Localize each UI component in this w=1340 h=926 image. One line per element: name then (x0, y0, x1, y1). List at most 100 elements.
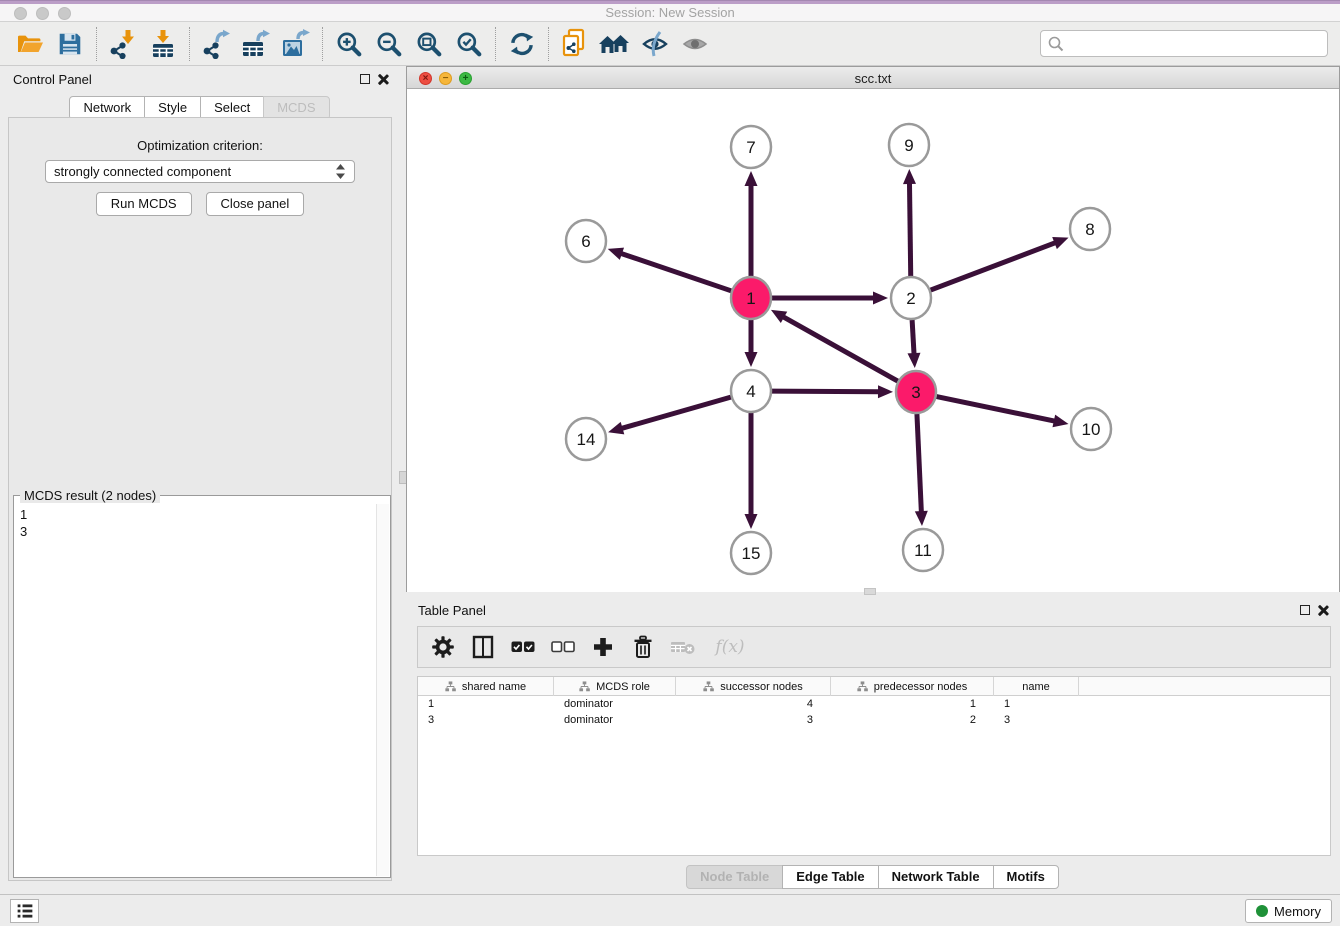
window-titlebar: Session: New Session (0, 0, 1340, 22)
network-window-titlebar[interactable]: × − + scc.txt (407, 67, 1339, 89)
table-cell[interactable]: 2 (831, 712, 994, 728)
graph-node-14[interactable]: 14 (566, 418, 606, 460)
show-column-button[interactable] (468, 631, 498, 663)
zoom-out-button[interactable] (369, 26, 409, 62)
table-cell[interactable]: 1 (831, 696, 994, 712)
column-header-shared-name[interactable]: shared name (418, 677, 554, 696)
graph-edge-4-14[interactable] (621, 397, 731, 429)
table-cell[interactable]: 4 (676, 696, 831, 712)
float-table-panel-icon[interactable] (1300, 605, 1310, 615)
table-body: 1dominator4113dominator323 (418, 696, 1330, 728)
graph-node-7[interactable]: 7 (731, 126, 771, 168)
hide-graphics-details-button[interactable] (635, 26, 675, 62)
import-table-button[interactable] (143, 26, 183, 62)
column-type-icon (579, 681, 590, 692)
graph-node-11[interactable]: 11 (903, 529, 943, 571)
table-panel-tabs: Node TableEdge TableNetwork TableMotifs (406, 865, 1340, 889)
run-mcds-button[interactable]: Run MCDS (96, 192, 192, 216)
graph-node-1[interactable]: 1 (731, 277, 771, 319)
graph-node-15[interactable]: 15 (731, 532, 771, 574)
table-cell[interactable]: 3 (994, 712, 1079, 728)
column-header-name[interactable]: name (994, 677, 1079, 696)
float-panel-icon[interactable] (360, 74, 370, 84)
export-image-button[interactable] (276, 26, 316, 62)
graph-edge-3-11[interactable] (917, 414, 921, 513)
column-header-label: MCDS role (596, 681, 650, 693)
graph-edge-3-1[interactable] (782, 316, 897, 381)
tab-node-table[interactable]: Node Table (686, 865, 783, 889)
zoom-in-button[interactable] (329, 26, 369, 62)
delete-table-button-disabled (668, 631, 698, 663)
svg-text:8: 8 (1085, 220, 1094, 239)
import-network-button[interactable] (103, 26, 143, 62)
column-header-MCDS-role[interactable]: MCDS role (554, 677, 676, 696)
add-column-button[interactable] (588, 631, 618, 663)
network-canvas[interactable]: 7 9 6 8 1 2 4 3 14 10 15 11 (407, 89, 1339, 592)
graph-edge-2-3[interactable] (912, 320, 914, 355)
table-cell[interactable]: 1 (994, 696, 1079, 712)
tab-edge-table[interactable]: Edge Table (782, 865, 878, 889)
graph-node-3[interactable]: 3 (896, 371, 936, 413)
memory-button[interactable]: Memory (1245, 899, 1332, 923)
table-cell[interactable]: dominator (554, 696, 676, 712)
show-graphics-details-button[interactable] (675, 26, 715, 62)
table-cell[interactable]: 1 (418, 696, 554, 712)
close-panel-button[interactable]: Close panel (206, 192, 305, 216)
search-icon (1047, 35, 1065, 53)
graph-node-8[interactable]: 8 (1070, 208, 1110, 250)
zoom-selected-button[interactable] (449, 26, 489, 62)
export-network-button[interactable] (196, 26, 236, 62)
horizontal-splitter-handle[interactable] (864, 588, 876, 595)
zoom-fit-button[interactable] (409, 26, 449, 62)
column-header-successor-nodes[interactable]: successor nodes (676, 677, 831, 696)
edge-arrowhead (903, 169, 916, 184)
save-icon (57, 31, 83, 57)
graph-node-9[interactable]: 9 (889, 124, 929, 166)
table-cell[interactable]: 3 (418, 712, 554, 728)
edge-arrowhead (608, 248, 624, 260)
export-table-button[interactable] (236, 26, 276, 62)
select-all-button[interactable] (508, 631, 538, 663)
svg-text:9: 9 (904, 136, 913, 155)
column-header-label: predecessor nodes (874, 681, 968, 693)
task-history-button[interactable] (10, 899, 39, 923)
table-row[interactable]: 1dominator411 (418, 696, 1330, 712)
table-cell[interactable]: dominator (554, 712, 676, 728)
deselect-all-button[interactable] (548, 631, 578, 663)
clone-network-button[interactable] (555, 26, 595, 62)
refresh-button[interactable] (502, 26, 542, 62)
graph-node-6[interactable]: 6 (566, 220, 606, 262)
column-header-predecessor-nodes[interactable]: predecessor nodes (831, 677, 994, 696)
tab-motifs[interactable]: Motifs (993, 865, 1059, 889)
graph-edge-2-9[interactable] (909, 182, 910, 276)
memory-status-icon (1256, 905, 1268, 917)
home-networks-button[interactable] (595, 26, 635, 62)
svg-text:11: 11 (914, 541, 932, 560)
table-settings-button[interactable] (428, 631, 458, 663)
open-file-button[interactable] (10, 26, 50, 62)
search-box[interactable] (1040, 30, 1328, 57)
save-session-button[interactable] (50, 26, 90, 62)
fx-icon: f(x) (715, 637, 744, 657)
svg-text:7: 7 (746, 138, 755, 157)
graph-edge-1-6[interactable] (620, 253, 731, 291)
network-graph: 7 9 6 8 1 2 4 3 14 10 15 11 (407, 89, 1339, 592)
graph-edge-4-3[interactable] (772, 391, 880, 392)
mcds-result-text[interactable]: 1 3 (15, 504, 376, 876)
graph-edge-2-8[interactable] (931, 242, 1057, 290)
graph-node-10[interactable]: 10 (1071, 408, 1111, 450)
optimization-criterion-select[interactable]: strongly connected component (45, 160, 355, 183)
delete-column-button[interactable] (628, 631, 658, 663)
graph-node-2[interactable]: 2 (891, 277, 931, 319)
close-panel-icon[interactable] (377, 73, 389, 85)
tab-network-table[interactable]: Network Table (878, 865, 994, 889)
search-input[interactable] (1065, 33, 1327, 55)
close-table-panel-icon[interactable] (1317, 604, 1329, 616)
toolbar-separator (322, 27, 323, 61)
houses-icon (598, 31, 632, 57)
table-row[interactable]: 3dominator323 (418, 712, 1330, 728)
result-scrollbar[interactable] (376, 504, 389, 876)
graph-edge-3-10[interactable] (937, 397, 1056, 422)
graph-node-4[interactable]: 4 (731, 370, 771, 412)
table-cell[interactable]: 3 (676, 712, 831, 728)
